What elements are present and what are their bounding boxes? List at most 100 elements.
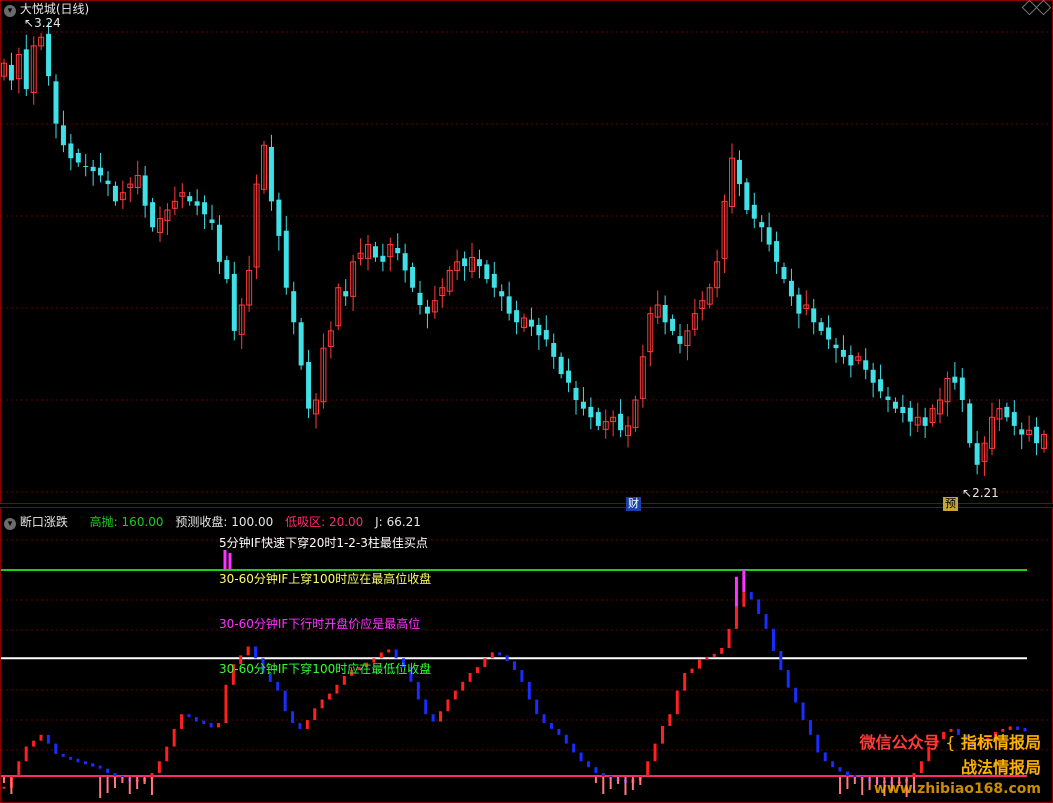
candle-body xyxy=(46,33,52,77)
candle-body xyxy=(224,260,230,280)
candle xyxy=(343,279,349,306)
candle xyxy=(766,212,772,252)
candle xyxy=(670,314,676,336)
indicator-marks xyxy=(3,550,916,798)
panel-collapse-icon[interactable]: ▾ xyxy=(4,518,16,530)
candle-body xyxy=(573,387,579,400)
candle xyxy=(38,32,45,51)
candle xyxy=(291,281,297,335)
candle-body xyxy=(543,330,549,340)
candle-body xyxy=(967,403,973,444)
panel-border xyxy=(0,0,1053,504)
indicator-panel-header: ▾ 断口涨跌 高抛: 160.00 预测收盘: 100.00 低吸区: 20.0… xyxy=(4,513,421,530)
candle-body xyxy=(1011,412,1017,426)
candle xyxy=(639,344,646,408)
candle-body xyxy=(506,296,512,314)
candle xyxy=(654,290,661,324)
candle-body xyxy=(417,292,423,305)
candle-body xyxy=(484,264,490,280)
candle-body xyxy=(878,379,884,392)
candle xyxy=(558,352,564,379)
candle xyxy=(476,249,482,279)
candle-body xyxy=(892,401,898,409)
candle xyxy=(150,197,156,232)
candle xyxy=(499,284,505,312)
candle-body xyxy=(840,349,846,357)
candle xyxy=(1019,422,1025,450)
candle xyxy=(699,291,706,321)
marker-cai[interactable]: 财 xyxy=(626,497,641,511)
candle xyxy=(484,260,490,284)
candle-body xyxy=(580,401,586,409)
candle xyxy=(602,409,609,439)
candle xyxy=(566,358,572,393)
candle-body xyxy=(751,204,757,219)
candle xyxy=(395,233,401,261)
candle-body xyxy=(818,322,824,331)
candle xyxy=(610,410,617,437)
candle-body xyxy=(231,273,237,331)
marker-yu[interactable]: 预 xyxy=(943,497,958,511)
candle xyxy=(462,251,468,281)
candle xyxy=(75,148,81,167)
candle-body xyxy=(781,267,787,280)
candle-body xyxy=(662,305,668,323)
annotation-cross-down: 30-60分钟IF下穿100时应在最低位收盘 xyxy=(219,662,432,676)
candle xyxy=(855,352,862,365)
candle xyxy=(83,153,89,177)
candle-body xyxy=(462,258,468,267)
candle-body xyxy=(848,355,854,366)
candle-body xyxy=(536,324,542,336)
candle xyxy=(224,255,230,284)
watermark-site: www.zhibiao168.com xyxy=(873,781,1041,797)
candle xyxy=(996,399,1003,432)
candle xyxy=(521,313,527,332)
candle xyxy=(134,160,141,195)
candle-body xyxy=(410,267,416,288)
candle xyxy=(8,52,14,90)
candle xyxy=(491,261,497,298)
legend-item-forecast-close: 预测收盘: 100.00 xyxy=(175,515,274,529)
candle xyxy=(1,58,7,81)
candle xyxy=(551,333,557,369)
candle xyxy=(981,436,988,476)
candle xyxy=(691,298,698,337)
candle-body xyxy=(833,344,839,349)
candle xyxy=(885,387,891,413)
watermark-line-1: 微信公众号 { 指标情报局 xyxy=(859,733,1041,752)
candle-body xyxy=(68,143,74,159)
arrow-icon: ↖ xyxy=(24,16,35,30)
annotation-cross-up: 30-60分钟IF上穿100时应在最高位收盘 xyxy=(219,572,432,586)
annotation-buy-point: 5分钟IF快速下穿20时1-2-3柱最佳买点 xyxy=(219,536,428,550)
candle-body xyxy=(8,64,14,81)
candle-body xyxy=(1004,406,1010,418)
candle xyxy=(105,171,111,197)
candle xyxy=(744,178,750,215)
candle xyxy=(194,189,200,216)
candle-body xyxy=(670,318,676,331)
candle xyxy=(283,216,289,295)
candle xyxy=(736,150,742,197)
candle xyxy=(216,215,222,274)
candle xyxy=(313,393,319,429)
candle xyxy=(30,36,37,105)
candle xyxy=(402,243,408,283)
candle xyxy=(187,191,193,206)
candle xyxy=(662,295,668,335)
candle xyxy=(53,74,59,139)
candle xyxy=(98,153,104,183)
candle xyxy=(625,416,631,448)
brace-icon: { xyxy=(945,733,956,752)
candle xyxy=(863,348,869,380)
candle xyxy=(23,34,29,96)
candle xyxy=(454,249,461,280)
candle-body xyxy=(194,201,200,206)
candle xyxy=(632,395,639,432)
candle xyxy=(357,238,364,266)
candle xyxy=(1004,402,1010,422)
candle-body xyxy=(90,166,96,172)
panel-collapse-icon[interactable]: ▾ xyxy=(4,5,16,17)
candle-body xyxy=(150,202,156,228)
annotation-downtrend: 30-60分钟IF下行时开盘价应是最高位 xyxy=(219,617,421,631)
candle-body xyxy=(209,219,215,223)
